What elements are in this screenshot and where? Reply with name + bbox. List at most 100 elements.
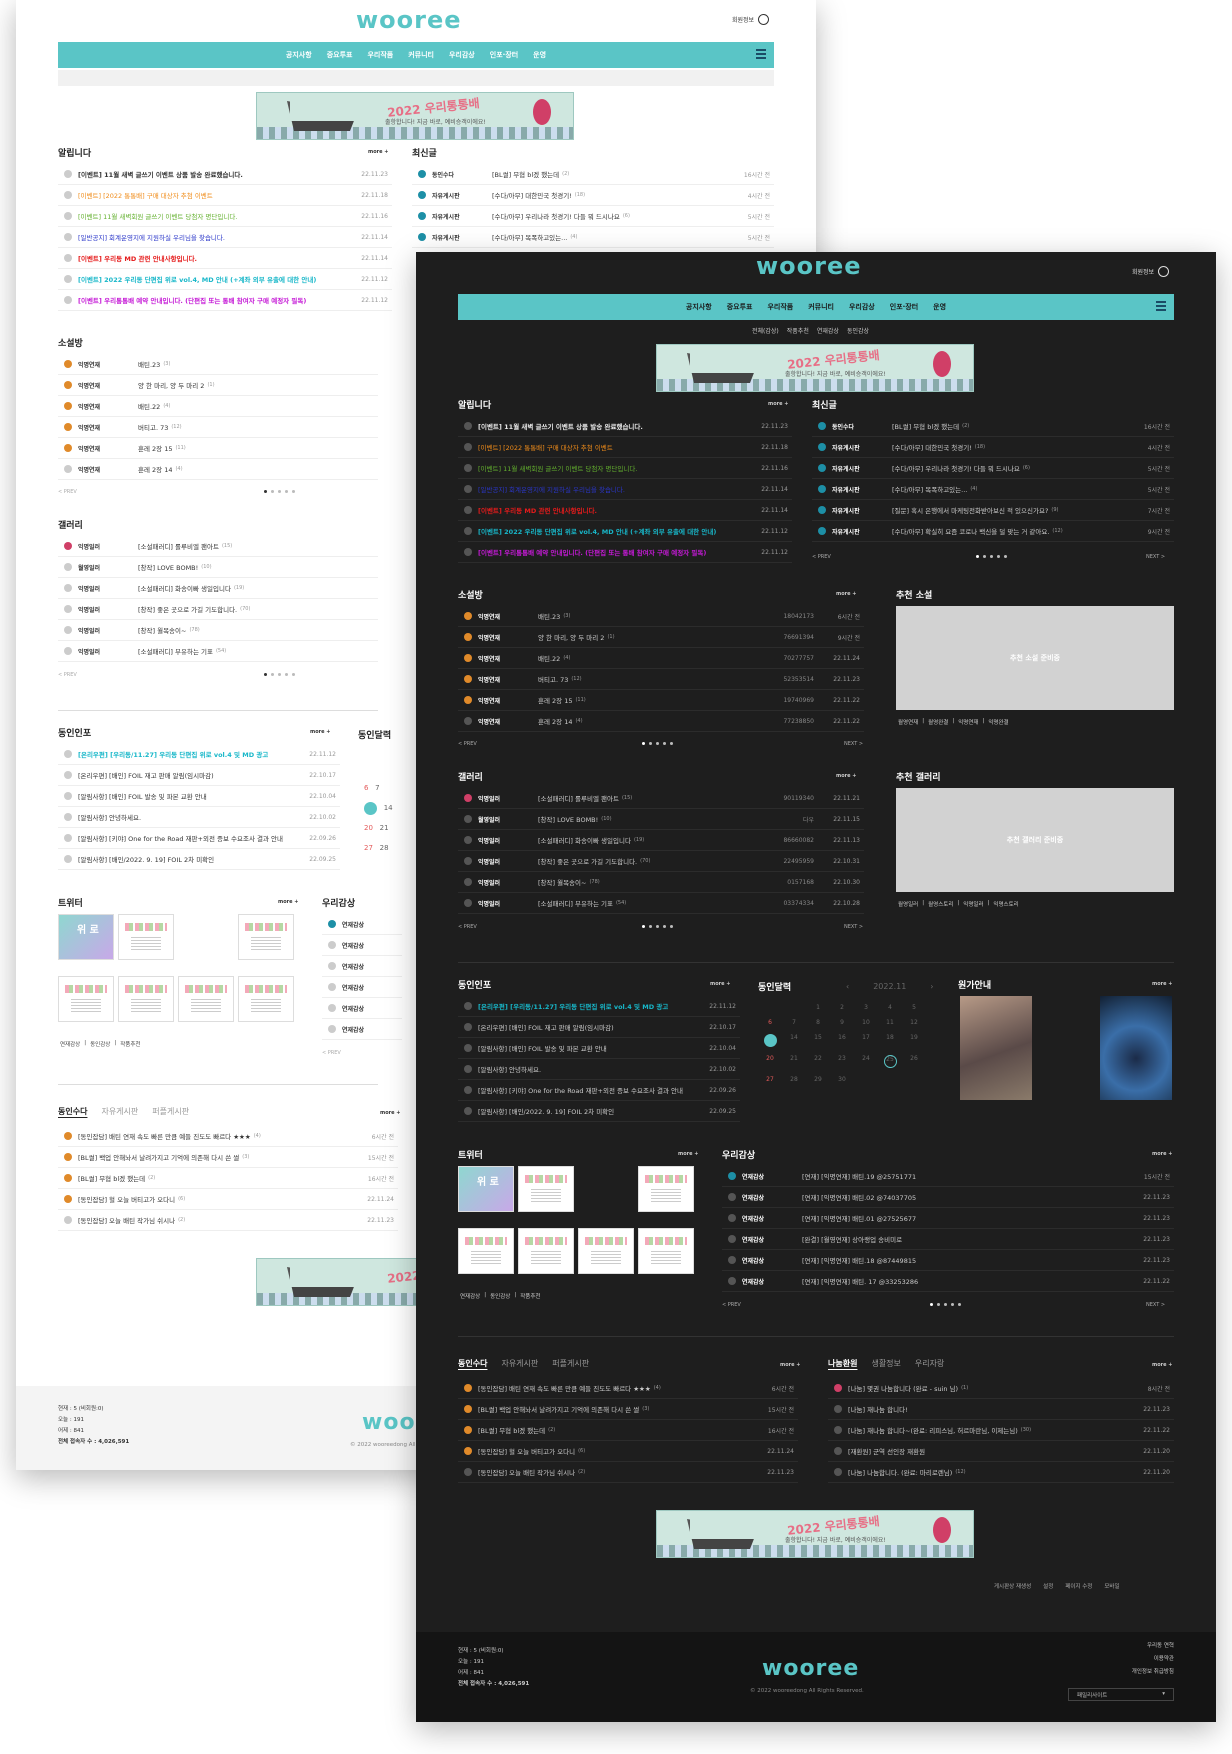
tab-purple[interactable]: 퍼플게시판	[552, 1358, 589, 1369]
list-item[interactable]: 동인수다 [BL썰] 무협 bl겠 했는데 (2) 16시간 전	[412, 164, 774, 185]
nav-notice[interactable]: 공지사항	[286, 50, 312, 60]
list-item[interactable]: 연재감상	[322, 977, 402, 998]
gallery-more[interactable]: more +	[836, 773, 856, 779]
nav-review[interactable]: 우리감상	[849, 302, 875, 312]
novel-more[interactable]: more +	[836, 591, 856, 597]
subnav-all[interactable]: 전체(감상)	[752, 326, 779, 335]
list-item[interactable]: 익명일러 [소설패러디] 롤루비엘 팬아트 (15) 90119340 22.11.21	[458, 788, 864, 809]
nav-vote[interactable]: 중요투표	[727, 302, 753, 312]
list-item[interactable]: [일반공지] 회계운영지에 지원하실 우리님을 찾습니다. 22.11.14	[58, 227, 392, 248]
nav-admin[interactable]: 운영	[533, 50, 546, 60]
calendar-day[interactable]: 20	[758, 1055, 782, 1068]
site-logo[interactable]: wooree	[756, 252, 862, 280]
list-item[interactable]: 익명연재 훈레 2장 14 (4) 77238850 22.11.22	[458, 711, 864, 732]
member-info[interactable]: 회원정보	[1132, 266, 1170, 277]
footer-logo[interactable]: wooree	[762, 1656, 859, 1681]
twitter-image[interactable]	[638, 1166, 694, 1212]
list-item[interactable]: [이벤트] 우리통통배 예약 안내입니다. (단편집 또는 통배 참여자 구매 …	[58, 290, 392, 311]
list-item[interactable]: [나눔] 재나눔 합니다~(완료: 리피스님, 허르마란님, 이제는님) (30)…	[828, 1420, 1174, 1441]
twitter-image[interactable]	[238, 976, 294, 1022]
list-item[interactable]: 익명일러 [창작] 월목송이~ (78) 0157168 22.10.30	[458, 872, 864, 893]
calendar-day[interactable]: 6	[758, 1019, 782, 1026]
list-item[interactable]: 자유게시판 [수다/아무] 대한민국 첫경기! (18) 4시간 전	[412, 185, 774, 206]
list-item[interactable]: [이벤트] [2022 통통배] 구매 대상자 추첨 이벤트 22.11.18	[458, 437, 792, 458]
novel-pagination[interactable]	[642, 742, 673, 745]
twitter-image[interactable]	[518, 1166, 574, 1212]
list-item[interactable]: 익명연재 훈레 2장 15 (11) 19740969 22.11.22	[458, 690, 864, 711]
novel-pagination[interactable]	[264, 490, 295, 493]
calendar-day[interactable]: 30	[830, 1076, 854, 1083]
list-item[interactable]: 연재감상	[322, 998, 402, 1019]
list-item[interactable]: [이벤트] [2022 통통배] 구매 대상자 추첨 이벤트 22.11.18	[58, 185, 392, 206]
list-item[interactable]: [이벤트] 11월 새벽회원 글쓰기 이벤트 당첨자 명단입니다. 22.11.1…	[58, 206, 392, 227]
list-item[interactable]: [일반공지] 회계운영지에 지원하실 우리님을 찾습니다. 22.11.14	[458, 479, 792, 500]
suda-more[interactable]: more +	[380, 1110, 400, 1116]
novel-prev[interactable]: < PREV	[58, 489, 77, 495]
list-item[interactable]: 연재감상 [연재] [익명연재] 배틴.18 @87449815 22.11.23	[722, 1250, 1174, 1271]
nav-community[interactable]: 커뮤니티	[808, 302, 834, 312]
list-item[interactable]: [온리우편] [배인] FOIL 재고 판매 알림(임시마감) 22.10.17	[458, 1017, 740, 1038]
tab-free[interactable]: 자유게시판	[501, 1358, 538, 1369]
twitter-image[interactable]	[58, 976, 114, 1022]
top-banner[interactable]: 2022 우리통통배 출항합니다! 지금 바로, 예비승객이에요!	[656, 344, 974, 392]
list-item[interactable]: [온리우편] [우리동/11.27] 우리동 단편집 위로 vol.4 및 MD…	[458, 996, 740, 1017]
list-item[interactable]: [동인잡담] 오늘 배틴 작가님 쉬시나 (2) 22.11.23	[458, 1462, 798, 1483]
twitter-image[interactable]	[118, 914, 174, 960]
list-item[interactable]: [이벤트] 우리동 MD 관련 안내사항입니다. 22.11.14	[58, 248, 392, 269]
won-more[interactable]: more +	[1152, 981, 1172, 987]
tab-share[interactable]: 나눔환원	[828, 1358, 857, 1369]
twitter-image[interactable]	[518, 1228, 574, 1274]
list-item[interactable]: [BL썰] 백업 안해놔서 날려가지고 기억에 의존해 다시 쓴 썰 (3) 15시…	[458, 1399, 798, 1420]
review-more[interactable]: more +	[1152, 1151, 1172, 1157]
list-item[interactable]: [이벤트] 11월 새벽 글쓰기 이벤트 상품 발송 완료했습니다. 22.11.…	[58, 164, 392, 185]
calendar-day[interactable]: 8	[806, 1019, 830, 1026]
calendar-day[interactable]: 5	[902, 1004, 926, 1011]
calendar-day[interactable]: 19	[902, 1034, 926, 1047]
list-item[interactable]: [나눔] 나눔합니다. (완료: 마리로렌님) (12) 22.11.20	[828, 1462, 1174, 1483]
calendar-prev-icon[interactable]: ‹	[846, 982, 849, 991]
review-prev[interactable]: < PREV	[722, 1302, 741, 1308]
calendar-day[interactable]: 26	[902, 1055, 926, 1068]
twitter-image[interactable]	[458, 1228, 514, 1274]
calendar-day[interactable]: 11	[878, 1019, 902, 1026]
nav-admin[interactable]: 운영	[933, 302, 946, 312]
list-item[interactable]: [BL썰] 무협 bl겠 했는데 (2) 16시간 전	[458, 1420, 798, 1441]
list-item[interactable]: [BL썰] 백업 안해놔서 날려가지고 기억에 의존해 다시 쓴 썰 (3) 15시…	[58, 1147, 398, 1168]
tab-free[interactable]: 자유게시판	[101, 1106, 138, 1117]
calendar-day[interactable]: 18	[878, 1034, 902, 1047]
tab-suda[interactable]: 동인수다	[58, 1106, 87, 1117]
list-item[interactable]: [알림사항] [배인/2022. 9. 19] FOIL 2차 미확인 22.09…	[58, 849, 340, 870]
list-item[interactable]: 익명일러 [소설패러디] 부유하는 기표 (54)	[58, 641, 378, 662]
twitter-image[interactable]: 위 로	[58, 914, 114, 960]
family-site-select[interactable]: 패밀리사이트 ▾	[1068, 1688, 1174, 1701]
list-item[interactable]: 익명연재 버티고. 73 (12)	[58, 417, 378, 438]
notice-more[interactable]: more +	[768, 401, 788, 407]
calendar-day[interactable]: 15	[806, 1034, 830, 1047]
menu-icon[interactable]	[756, 49, 766, 59]
list-item[interactable]: 자유게시판 [질문] 혹시 은행에서 마케팅전화받아보신 적 있으신가요? (9) 7…	[812, 500, 1174, 521]
calendar-day[interactable]: 14	[782, 1034, 806, 1047]
twitter-more[interactable]: more +	[278, 899, 298, 905]
calendar-day[interactable]: 2	[830, 1004, 854, 1011]
twitter-image[interactable]	[238, 914, 294, 960]
calendar-day[interactable]: 1	[806, 1004, 830, 1011]
review-next[interactable]: NEXT >	[1146, 1302, 1165, 1308]
top-banner[interactable]: 2022 우리통통배 출항합니다! 지금 바로, 예비승객이에요!	[256, 92, 574, 140]
list-item[interactable]: [온리우편] [배인] FOIL 재고 판매 알림(임시마감) 22.10.17	[58, 765, 340, 786]
list-item[interactable]: [동인잡담] 헐 오늘 버티고가 오다니 (6) 22.11.24	[458, 1441, 798, 1462]
novel-next[interactable]: NEXT >	[844, 741, 863, 747]
twitter-image[interactable]	[578, 1228, 634, 1274]
calendar-day[interactable]: 27	[758, 1076, 782, 1083]
calendar-day[interactable]: 21	[782, 1055, 806, 1068]
calendar-day[interactable]: 24	[854, 1055, 878, 1068]
list-item[interactable]: 자유게시판 [수다/아무] 목폭하고있는... (4) 5시간 전	[812, 479, 1174, 500]
review-prev[interactable]: < PREV	[322, 1050, 341, 1056]
nav-works[interactable]: 우리작품	[767, 302, 793, 312]
list-item[interactable]: [알림사항] [키야] One for the Road 재판+외전 증보 수요…	[458, 1080, 740, 1101]
list-item[interactable]: 자유게시판 [수다/아무] 대한민국 첫경기! (18) 4시간 전	[812, 437, 1174, 458]
member-info[interactable]: 회원정보	[732, 14, 770, 25]
list-item[interactable]: 익명일러 [소설패러디] 화송이빠 생일입니다 (19)	[58, 578, 378, 599]
twitter-image[interactable]	[638, 1228, 694, 1274]
list-item[interactable]: 익명연재 버티고. 73 (12) 52353514 22.11.23	[458, 669, 864, 690]
list-item[interactable]: [알림사항] [키야] One for the Road 재판+외전 증보 수요…	[58, 828, 340, 849]
